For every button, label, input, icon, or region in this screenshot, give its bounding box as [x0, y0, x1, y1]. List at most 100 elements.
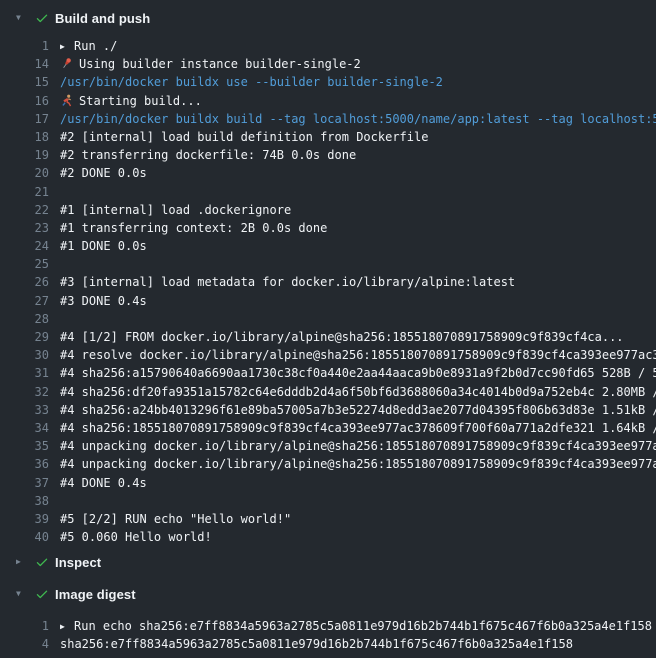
- chevron-down-icon[interactable]: ▼: [16, 590, 28, 598]
- line-number[interactable]: 28: [0, 310, 49, 328]
- log-line: 19 #2 transferring dockerfile: 74B 0.0s d…: [0, 146, 656, 164]
- line-number[interactable]: 1: [0, 37, 49, 55]
- log-line: 36#4 unpacking docker.io/library/alpine@…: [0, 455, 656, 473]
- log-text: #4 sha256:df20fa9351a15782c64e6dddb2d4a6…: [60, 383, 656, 401]
- log-text: #2 [internal] load build definition from…: [60, 128, 656, 146]
- line-number[interactable]: 35: [0, 437, 49, 455]
- log-text: [60, 492, 656, 510]
- log-line: 23 #1 transferring context: 2B 0.0s done: [0, 219, 656, 237]
- log-text: #1 DONE 0.0s: [60, 237, 656, 255]
- log-line: 17/usr/bin/docker buildx build --tag loc…: [0, 110, 656, 128]
- section-title: Build and push: [55, 11, 150, 26]
- line-number[interactable]: 33: [0, 401, 49, 419]
- line-number[interactable]: 24: [0, 237, 49, 255]
- log-line: 38: [0, 492, 656, 510]
- log-text: Using builder instance builder-single-2: [60, 55, 656, 73]
- log-line: 15/usr/bin/docker buildx use --builder b…: [0, 73, 656, 91]
- line-number[interactable]: 4: [0, 635, 49, 653]
- log-line: 39 #5 [2/2] RUN echo "Hello world!": [0, 510, 656, 528]
- log-section-build-and-push: ▼ Build and push 1 ▶Run ./ 14 Using builder…: [0, 4, 656, 548]
- log-text: ▶Run echo sha256:e7ff8834a5963a2785c5a08…: [60, 617, 656, 635]
- log-line: 24 #1 DONE 0.0s: [0, 237, 656, 255]
- line-number[interactable]: 1: [0, 617, 49, 635]
- log-line: 25: [0, 255, 656, 273]
- log-text: /usr/bin/docker buildx use --builder bui…: [60, 73, 656, 91]
- line-number[interactable]: 17: [0, 110, 49, 128]
- line-number[interactable]: 18: [0, 128, 49, 146]
- line-number[interactable]: 22: [0, 201, 49, 219]
- log-line: 1 ▶Run echo sha256:e7ff8834a5963a2785c5a0…: [0, 617, 656, 635]
- log-text: ▶Run ./: [60, 37, 656, 55]
- expand-toggle-icon[interactable]: ▶: [60, 38, 74, 55]
- log-line: 34 #4 sha256:185518070891758909c9f839cf4c…: [0, 419, 656, 437]
- line-number[interactable]: 39: [0, 510, 49, 528]
- line-number[interactable]: 23: [0, 219, 49, 237]
- log-text: #1 [internal] load .dockerignore: [60, 201, 656, 219]
- chevron-down-icon[interactable]: ▼: [16, 14, 28, 22]
- log-text: #4 sha256:a15790640a6690aa1730c38cf0a440…: [60, 364, 656, 382]
- log-text: #4 sha256:a24bb4013296f61e89ba57005a7b3e…: [60, 401, 656, 419]
- log-line: 18 #2 [internal] load build definition fr…: [0, 128, 656, 146]
- log-section-image-digest: ▼ Image digest 1 ▶Run echo sha256:e7ff883…: [0, 580, 656, 655]
- section-title: Image digest: [55, 587, 136, 602]
- expand-toggle-icon[interactable]: ▶: [60, 618, 74, 635]
- log-line: 29 #4 [1/2] FROM docker.io/library/alpine…: [0, 328, 656, 346]
- log-text: #2 DONE 0.0s: [60, 164, 656, 182]
- line-number[interactable]: 25: [0, 255, 49, 273]
- line-number[interactable]: 37: [0, 474, 49, 492]
- log-line: 14 Using builder instance builder-single-…: [0, 55, 656, 73]
- log-text: [60, 183, 656, 201]
- log-line: 1 ▶Run ./: [0, 37, 656, 55]
- log-line: 28: [0, 310, 656, 328]
- line-number[interactable]: 20: [0, 164, 49, 182]
- line-number[interactable]: 16: [0, 92, 49, 110]
- check-icon: [35, 587, 49, 601]
- log-text: /usr/bin/docker buildx build --tag local…: [60, 110, 656, 128]
- line-number[interactable]: 31: [0, 364, 49, 382]
- line-number[interactable]: 40: [0, 528, 49, 546]
- line-number[interactable]: 14: [0, 55, 49, 73]
- actions-log-viewer: ▼ Build and push 1▶Run ./14Using builder…: [0, 0, 656, 656]
- log-line: 26 #3 [internal] load metadata for docker…: [0, 273, 656, 291]
- line-number[interactable]: 32: [0, 383, 49, 401]
- log-section-inspect: ▶ Inspect: [0, 548, 656, 576]
- log-text: #2 transferring dockerfile: 74B 0.0s don…: [60, 146, 656, 164]
- log-text: #4 sha256:185518070891758909c9f839cf4ca3…: [60, 419, 656, 437]
- section-header-image-digest[interactable]: ▼ Image digest: [0, 580, 656, 608]
- log-text: #5 [2/2] RUN echo "Hello world!": [60, 510, 656, 528]
- log-line: 40 #5 0.060 Hello world!: [0, 528, 656, 546]
- line-number[interactable]: 21: [0, 183, 49, 201]
- log-text: #3 [internal] load metadata for docker.i…: [60, 273, 656, 291]
- log-line: 31 #4 sha256:a15790640a6690aa1730c38cf0a4…: [0, 364, 656, 382]
- log-text: sha256:e7ff8834a5963a2785c5a0811e979d16b…: [60, 635, 656, 653]
- log-line: 20 #2 DONE 0.0s: [0, 164, 656, 182]
- log-text: [60, 255, 656, 273]
- log-text: #5 0.060 Hello world!: [60, 528, 656, 546]
- log-lines: 1 ▶Run echo sha256:e7ff8834a5963a2785c5a0…: [0, 608, 656, 655]
- section-header-inspect[interactable]: ▶ Inspect: [0, 548, 656, 576]
- line-number[interactable]: 36: [0, 455, 49, 473]
- log-text: #4 [1/2] FROM docker.io/library/alpine@s…: [60, 328, 656, 346]
- log-line: 30#4 resolve docker.io/library/alpine@sh…: [0, 346, 656, 364]
- log-line: 21: [0, 183, 656, 201]
- log-text: [60, 310, 656, 328]
- log-text: #4 unpacking docker.io/library/alpine@sh…: [60, 437, 656, 455]
- line-number[interactable]: 34: [0, 419, 49, 437]
- section-header-build-and-push[interactable]: ▼ Build and push: [0, 4, 656, 32]
- chevron-right-icon[interactable]: ▶: [16, 558, 28, 566]
- log-line: 4 sha256:e7ff8834a5963a2785c5a0811e979d16…: [0, 635, 656, 653]
- section-title: Inspect: [55, 555, 101, 570]
- log-lines: 1 ▶Run ./ 14 Using builder instance builder…: [0, 32, 656, 548]
- line-number[interactable]: 26: [0, 273, 49, 291]
- line-number[interactable]: 30: [0, 346, 49, 364]
- line-number[interactable]: 38: [0, 492, 49, 510]
- line-number[interactable]: 27: [0, 292, 49, 310]
- line-number[interactable]: 15: [0, 73, 49, 91]
- log-text: #3 DONE 0.4s: [60, 292, 656, 310]
- log-text: Starting build...: [60, 92, 656, 110]
- line-number[interactable]: 19: [0, 146, 49, 164]
- log-text: #1 transferring context: 2B 0.0s done: [60, 219, 656, 237]
- pushpin-icon: [60, 55, 79, 73]
- line-number[interactable]: 29: [0, 328, 49, 346]
- log-line: 32 #4 sha256:df20fa9351a15782c64e6dddb2d4…: [0, 383, 656, 401]
